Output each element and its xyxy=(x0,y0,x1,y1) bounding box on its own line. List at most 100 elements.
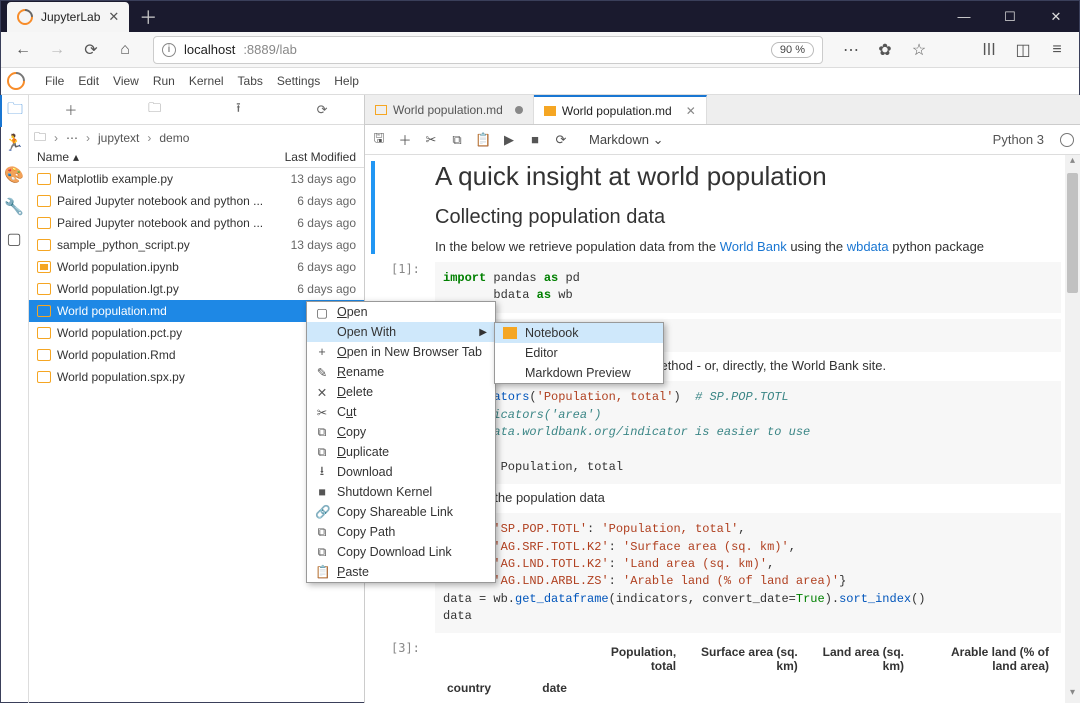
scrollbar-thumb[interactable] xyxy=(1067,173,1078,293)
doc-tab[interactable]: World population.md xyxy=(365,95,534,124)
fb-newfolder-button[interactable]: 🗀 xyxy=(113,99,197,121)
context-menu-item[interactable]: ✂Cut xyxy=(307,402,495,422)
menu-item-icon: + xyxy=(315,345,329,359)
window-maximize-button[interactable]: ☐ xyxy=(987,1,1033,32)
file-row[interactable]: Paired Jupyter notebook and python ...6 … xyxy=(29,212,364,234)
context-menu-item[interactable]: ✎Rename xyxy=(307,362,495,382)
breadcrumb-part[interactable]: demo xyxy=(159,131,189,145)
cut-cell-button[interactable]: ✂ xyxy=(423,132,439,148)
link-worldbank[interactable]: World Bank xyxy=(720,239,787,254)
browser-tab[interactable]: JupyterLab ✕ xyxy=(7,2,129,32)
cell-type-select[interactable]: Markdown ⌄ xyxy=(589,132,664,148)
context-menu-item[interactable]: ⧉Copy Path xyxy=(307,522,495,542)
tools-tab-icon[interactable]: 🔧 xyxy=(0,191,28,223)
reader-icon[interactable]: ✿ xyxy=(871,36,899,64)
filelist-header[interactable]: Name ▴ Last Modified xyxy=(29,146,364,168)
zoom-badge[interactable]: 90 % xyxy=(771,42,814,58)
running-tab-icon[interactable]: 🏃 xyxy=(0,127,28,159)
paragraph: In the below we retrieve population data… xyxy=(435,239,1061,254)
restart-kernel-button[interactable]: ⟳ xyxy=(553,132,569,148)
menu-file[interactable]: File xyxy=(45,74,64,88)
paste-cell-button[interactable]: 📋 xyxy=(475,132,491,148)
menu-run[interactable]: Run xyxy=(153,74,175,88)
heading-2: Collecting population data xyxy=(435,206,1061,229)
file-row[interactable]: Matplotlib example.py13 days ago xyxy=(29,168,364,190)
bookmark-star-icon[interactable]: ☆ xyxy=(905,36,933,64)
filebrowser-tab-icon[interactable]: 🗀 xyxy=(0,95,28,127)
menu-help[interactable]: Help xyxy=(334,74,359,88)
kernel-name[interactable]: Python 3 xyxy=(993,132,1044,147)
nav-forward-button[interactable]: → xyxy=(43,36,71,64)
file-icon xyxy=(375,105,387,115)
file-modified: 6 days ago xyxy=(297,260,356,274)
library-icon[interactable]: ⅼⅼⅼ xyxy=(975,36,1003,64)
context-menu-item[interactable]: Open With▶ xyxy=(307,322,495,342)
paragraph: download the population data xyxy=(435,490,1061,505)
left-sidebar: 🗀 🏃 🎨 🔧 ▢ xyxy=(0,95,29,703)
file-name: World population.ipynb xyxy=(57,260,297,274)
new-tab-button[interactable]: ＋ xyxy=(139,4,157,30)
breadcrumb-ellipsis[interactable]: ⋯ xyxy=(66,131,78,145)
app-menu-icon[interactable]: ≡ xyxy=(1043,36,1071,64)
context-menu-item[interactable]: 🔗Copy Shareable Link xyxy=(307,502,495,522)
dirty-indicator-icon xyxy=(515,106,523,114)
insert-cell-button[interactable]: ＋ xyxy=(397,130,413,149)
stop-kernel-button[interactable]: ■ xyxy=(527,132,543,147)
submenu-item[interactable]: Notebook xyxy=(495,323,663,343)
context-menu-item[interactable]: 📋Paste xyxy=(307,562,495,582)
context-menu-item[interactable]: ⧉Duplicate xyxy=(307,442,495,462)
sidebar-icon[interactable]: ◫ xyxy=(1009,36,1037,64)
breadcrumb-part[interactable]: jupytext xyxy=(98,131,139,145)
vertical-scrollbar[interactable]: ▴ ▾ xyxy=(1065,155,1080,703)
context-submenu: NotebookEditorMarkdown Preview xyxy=(494,322,664,384)
page-actions-icon[interactable]: ⋯ xyxy=(837,36,865,64)
scroll-down-icon[interactable]: ▾ xyxy=(1065,687,1080,703)
file-icon xyxy=(37,327,51,339)
file-row[interactable]: World population.ipynb6 days ago xyxy=(29,256,364,278)
submenu-item[interactable]: Markdown Preview xyxy=(495,363,663,383)
submenu-item[interactable]: Editor xyxy=(495,343,663,363)
menu-kernel[interactable]: Kernel xyxy=(189,74,224,88)
commands-tab-icon[interactable]: 🎨 xyxy=(0,159,28,191)
menu-tabs[interactable]: Tabs xyxy=(238,74,263,88)
file-row[interactable]: World population.lgt.py6 days ago xyxy=(29,278,364,300)
col-modified: Last Modified xyxy=(285,150,356,164)
context-menu-item[interactable]: ⧉Copy Download Link xyxy=(307,542,495,562)
link-wbdata[interactable]: wbdata xyxy=(847,239,889,254)
tab-close-icon[interactable]: ✕ xyxy=(108,9,119,25)
kernel-status-icon xyxy=(1060,133,1074,147)
window-close-button[interactable]: ✕ xyxy=(1033,1,1079,32)
doc-tab[interactable]: World population.md ✕ xyxy=(534,95,707,124)
menu-edit[interactable]: Edit xyxy=(78,74,99,88)
context-menu-item[interactable]: ✕Delete xyxy=(307,382,495,402)
file-name: Matplotlib example.py xyxy=(57,172,291,186)
copy-cell-button[interactable]: ⧉ xyxy=(449,132,465,148)
fb-upload-button[interactable]: ⭱ xyxy=(197,99,281,121)
file-row[interactable]: sample_python_script.py13 days ago xyxy=(29,234,364,256)
context-menu-item[interactable]: ■Shutdown Kernel xyxy=(307,482,495,502)
tab-close-icon[interactable]: ✕ xyxy=(686,104,696,118)
sort-icon: ▴ xyxy=(73,150,79,164)
markdown-cell[interactable]: A quick insight at world population Coll… xyxy=(395,161,1061,254)
fb-refresh-button[interactable]: ⟳ xyxy=(280,102,364,118)
scroll-up-icon[interactable]: ▴ xyxy=(1065,155,1080,171)
context-menu-item[interactable]: ⧉Copy xyxy=(307,422,495,442)
nav-reload-button[interactable]: ⟳ xyxy=(77,36,105,64)
context-menu-item[interactable]: ⭳Download xyxy=(307,462,495,482)
context-menu-item[interactable]: +Open in New Browser Tab xyxy=(307,342,495,362)
fb-new-button[interactable]: ＋ xyxy=(29,100,113,119)
menu-item-icon: ✂ xyxy=(315,405,329,420)
run-cell-button[interactable]: ▶ xyxy=(501,132,517,148)
nav-back-button[interactable]: ← xyxy=(9,36,37,64)
menu-view[interactable]: View xyxy=(113,74,139,88)
menu-settings[interactable]: Settings xyxy=(277,74,320,88)
code: h_indicators('Population, total') # SP.P… xyxy=(435,381,1061,484)
nav-home-button[interactable]: ⌂ xyxy=(111,36,139,64)
site-info-icon[interactable]: i xyxy=(162,43,176,57)
window-minimize-button[interactable]: — xyxy=(941,1,987,32)
context-menu-item[interactable]: ▢Open xyxy=(307,302,495,322)
file-row[interactable]: Paired Jupyter notebook and python ...6 … xyxy=(29,190,364,212)
save-button[interactable]: 🖫 xyxy=(371,129,387,151)
url-bar[interactable]: i localhost:8889/lab 90 % xyxy=(153,36,823,64)
tabs-tab-icon[interactable]: ▢ xyxy=(0,223,28,255)
